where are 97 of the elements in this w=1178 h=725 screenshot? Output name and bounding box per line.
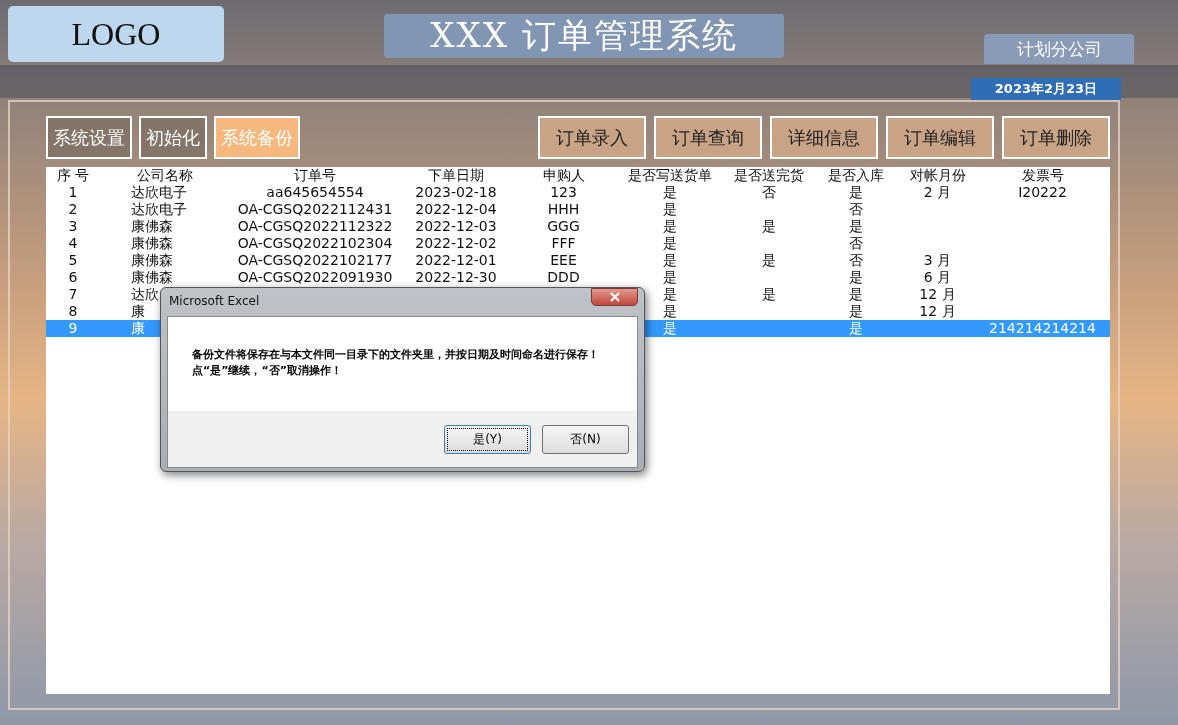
table-cell-text: 2023-02-18 — [414, 184, 498, 201]
column-header: 订单号 — [293, 167, 337, 184]
table-row[interactable]: 6 康佛森 OA-CGSQ2022091930 2022-12-30 DDD 是 是 6 月 — [46, 269, 1110, 286]
table-cell-text: I20222 — [1017, 184, 1068, 201]
table-cell-text: 是 — [662, 320, 678, 337]
table-cell-text: 3 月 — [922, 252, 953, 269]
table-cell-text: 12 月 — [918, 303, 957, 320]
table-row[interactable]: 4 康佛森 OA-CGSQ2022102304 2022-12-02 FFF 是 否 — [46, 235, 1110, 252]
table-cell-text: 是 — [662, 303, 678, 320]
table-cell-text: 3 — [67, 218, 79, 235]
table-cell-text: 是 — [662, 201, 678, 218]
logo: LOGO — [8, 6, 224, 62]
close-icon[interactable] — [591, 288, 638, 306]
table-cell-text: 7 — [67, 286, 79, 303]
table-cell-text: OA-CGSQ2022102177 — [236, 252, 394, 269]
table-cell-text: OA-CGSQ2022112322 — [236, 218, 394, 235]
table-cell-text: 否 — [848, 235, 864, 252]
action-button[interactable]: 订单录入 — [538, 116, 646, 159]
dialog-message: 备份文件将保存在与本文件同一目录下的文件夹里，并按日期及时间命名进行保存！点“是”继续，“否”取消操作！ — [191, 347, 600, 379]
company-label: 计划分公司 — [984, 34, 1134, 64]
table-cell-text: 是 — [848, 269, 864, 286]
table-cell: 康佛森 — [131, 269, 173, 286]
table-cell-text: OA-CGSQ2022112431 — [236, 201, 394, 218]
table-cell-text: GGG — [546, 218, 581, 235]
menu-button[interactable]: 初始化 — [139, 116, 207, 159]
table-cell-text: 8 — [67, 303, 79, 320]
table-cell-text: 214214214214 — [988, 320, 1097, 337]
table-cell-text: OA-CGSQ2022102304 — [236, 235, 394, 252]
table-cell: 康佛森 — [131, 252, 173, 269]
column-header: 下单日期 — [427, 167, 485, 184]
table-row[interactable]: 2 达欣电子 OA-CGSQ2022112431 2022-12-04 HHH 是 否 — [46, 201, 1110, 218]
column-header: 发票号 — [1020, 167, 1065, 184]
app-title: XXX 订单管理系统 — [384, 14, 784, 58]
table-cell: 康 — [131, 303, 145, 320]
table-cell-text: 是 — [662, 286, 678, 303]
table-cell-text: 是 — [848, 286, 864, 303]
action-button[interactable]: 订单删除 — [1002, 116, 1110, 159]
table-cell-text: 否 — [760, 184, 777, 201]
table-cell-text: 4 — [67, 235, 79, 252]
table-cell-text: EEE — [549, 252, 578, 269]
column-header: 是否送完货 — [732, 167, 805, 184]
table-cell-text: 2 月 — [922, 184, 953, 201]
table-cell-text: 123 — [549, 184, 578, 201]
dialog-title: Microsoft Excel — [169, 294, 260, 308]
dialog-button[interactable]: 是(Y) — [444, 424, 531, 454]
table-cell-text: 2022-12-04 — [414, 201, 498, 218]
table-cell-text: HHH — [546, 201, 581, 218]
dialog-button[interactable]: 否(N) — [542, 424, 629, 454]
table-cell-text: 5 — [67, 252, 79, 269]
table-cell-text: 1 — [67, 184, 79, 201]
table-cell: 康佛森 — [131, 218, 173, 235]
action-button[interactable]: 订单编辑 — [886, 116, 994, 159]
table-cell: 康佛森 — [131, 235, 173, 252]
date-label: 2023年2月23日 — [971, 78, 1121, 100]
table-row[interactable]: 1 达欣电子 aa645654554 2023-02-18 123 是 否 是 2 月 I20222 — [46, 184, 1110, 201]
table-cell-text: 是 — [760, 218, 777, 235]
table-cell-text: FFF — [550, 235, 577, 252]
table-cell-text: 2022-12-30 — [414, 269, 498, 286]
table-cell-text: 否 — [848, 252, 864, 269]
menu-button[interactable]: 系统设置 — [46, 116, 132, 159]
table-cell-text: 是 — [662, 252, 678, 269]
table-cell-text: 6 — [67, 269, 79, 286]
table-cell: 达欣 — [131, 286, 159, 303]
table-cell-text: 是 — [848, 184, 864, 201]
table-cell: 康 — [131, 320, 145, 337]
column-header: 申购人 — [541, 167, 586, 184]
column-header: 公司名称 — [136, 167, 194, 184]
table-cell-text: OA-CGSQ2022091930 — [236, 269, 394, 286]
table-cell-text: 是 — [760, 252, 777, 269]
table-cell: 达欣电子 — [131, 184, 187, 201]
table-cell-text: 是 — [662, 235, 678, 252]
action-button[interactable]: 详细信息 — [770, 116, 878, 159]
table-cell-text: 2022-12-03 — [414, 218, 498, 235]
table-cell-text: 是 — [848, 320, 864, 337]
column-header: 序 号 — [55, 167, 91, 184]
table-cell-text: 是 — [662, 269, 678, 286]
table-cell-text: 6 月 — [922, 269, 953, 286]
table-cell-text: 12 月 — [918, 286, 957, 303]
table-cell-text: DDD — [546, 269, 581, 286]
action-button[interactable]: 订单查询 — [654, 116, 762, 159]
column-header: 是否写送货单 — [627, 167, 713, 184]
table-cell-text: 是 — [760, 286, 777, 303]
column-header: 是否入库 — [827, 167, 885, 184]
table-row[interactable]: 5 康佛森 OA-CGSQ2022102177 2022-12-01 EEE 是 是 否 3 月 — [46, 252, 1110, 269]
table-cell-text: 是 — [662, 184, 678, 201]
table-cell-text: 2 — [67, 201, 79, 218]
table-cell-text: aa645654554 — [265, 184, 365, 201]
table-cell-text: 2022-12-02 — [414, 235, 498, 252]
column-header: 对帐月份 — [908, 167, 967, 184]
table-row[interactable]: 3 康佛森 OA-CGSQ2022112322 2022-12-03 GGG 是 是 是 — [46, 218, 1110, 235]
table-cell-text: 是 — [848, 303, 864, 320]
table-cell-text: 是 — [662, 218, 678, 235]
table-cell-text: 9 — [67, 320, 79, 337]
table-cell-text: 2022-12-01 — [414, 252, 498, 269]
table-cell-text: 是 — [848, 218, 864, 235]
table-cell: 达欣电子 — [131, 201, 187, 218]
table-cell-text: 否 — [848, 201, 864, 218]
